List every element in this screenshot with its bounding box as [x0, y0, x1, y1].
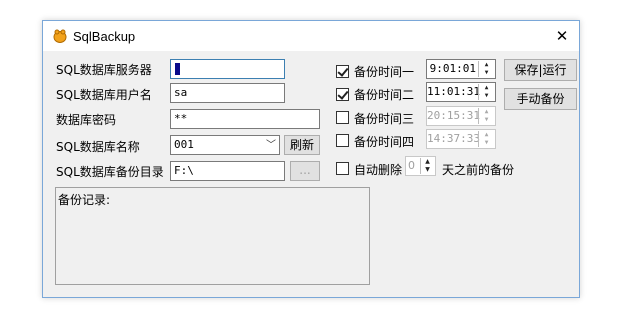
- schedule-3-label: 备份时间三: [354, 112, 415, 126]
- dbname-value: 001: [174, 138, 194, 151]
- app-window: SqlBackup ✕ SQL数据库服务器 SQL数据库用户名 sa 数据库密码…: [42, 20, 580, 298]
- dbname-label: SQL数据库名称: [56, 140, 140, 154]
- dir-input[interactable]: F:\: [170, 161, 285, 181]
- auto-delete-suffix: 天之前的备份: [442, 163, 515, 177]
- window-title: SqlBackup: [73, 29, 136, 44]
- user-input[interactable]: sa: [170, 83, 285, 103]
- close-button[interactable]: ✕: [545, 21, 579, 51]
- auto-delete-label: 自动删除: [354, 163, 403, 177]
- spinner-icon[interactable]: ▲ ▼: [478, 84, 494, 100]
- dir-label: SQL数据库备份目录: [56, 165, 164, 179]
- schedule-4-label: 备份时间四: [354, 135, 415, 149]
- server-input[interactable]: [170, 59, 285, 79]
- text-caret: [175, 63, 180, 75]
- schedule-2-time-value: 11:01:31: [427, 85, 480, 98]
- spinner-icon[interactable]: ▲ ▼: [420, 158, 434, 174]
- manual-backup-button[interactable]: 手动备份: [504, 88, 577, 110]
- spinner-icon[interactable]: ▲ ▼: [478, 108, 494, 124]
- browse-button[interactable]: ...: [290, 161, 320, 181]
- chevron-down-icon: ﹀: [266, 140, 276, 151]
- backup-log-title: 备份记录:: [58, 193, 111, 207]
- schedule-3-time-value: 20:15:31: [427, 109, 480, 122]
- password-input[interactable]: **: [170, 109, 320, 129]
- schedule-4-checkbox[interactable]: [336, 134, 349, 147]
- dbname-select[interactable]: 001 ﹀: [170, 135, 280, 155]
- app-icon: [53, 29, 67, 43]
- close-icon: ✕: [555, 27, 569, 45]
- save-run-button[interactable]: 保存|运行: [504, 59, 577, 81]
- schedule-3-checkbox[interactable]: [336, 111, 349, 124]
- schedule-1-label: 备份时间一: [354, 65, 415, 79]
- auto-delete-days-value: 0: [408, 159, 415, 172]
- schedule-1-time-value: 9:01:01: [429, 62, 476, 75]
- schedule-2-checkbox[interactable]: [336, 88, 349, 101]
- server-label: SQL数据库服务器: [56, 63, 152, 77]
- schedule-1-checkbox[interactable]: [336, 65, 349, 78]
- backup-log[interactable]: 备份记录:: [55, 187, 370, 285]
- spinner-icon[interactable]: ▲ ▼: [478, 61, 494, 77]
- schedule-4-time-value: 14:37:33: [427, 132, 480, 145]
- refresh-button[interactable]: 刷新: [284, 135, 320, 155]
- schedule-3-time[interactable]: 20:15:31 ▲ ▼: [426, 106, 496, 126]
- schedule-2-label: 备份时间二: [354, 88, 415, 102]
- password-label: 数据库密码: [56, 113, 117, 127]
- title-bar: SqlBackup ✕: [43, 21, 579, 51]
- schedule-4-time[interactable]: 14:37:33 ▲ ▼: [426, 129, 496, 149]
- user-label: SQL数据库用户名: [56, 88, 152, 102]
- spinner-icon[interactable]: ▲ ▼: [478, 131, 494, 147]
- schedule-2-time[interactable]: 11:01:31 ▲ ▼: [426, 82, 496, 102]
- schedule-1-time[interactable]: 9:01:01 ▲ ▼: [426, 59, 496, 79]
- auto-delete-days[interactable]: 0 ▲ ▼: [405, 156, 436, 176]
- auto-delete-checkbox[interactable]: [336, 162, 349, 175]
